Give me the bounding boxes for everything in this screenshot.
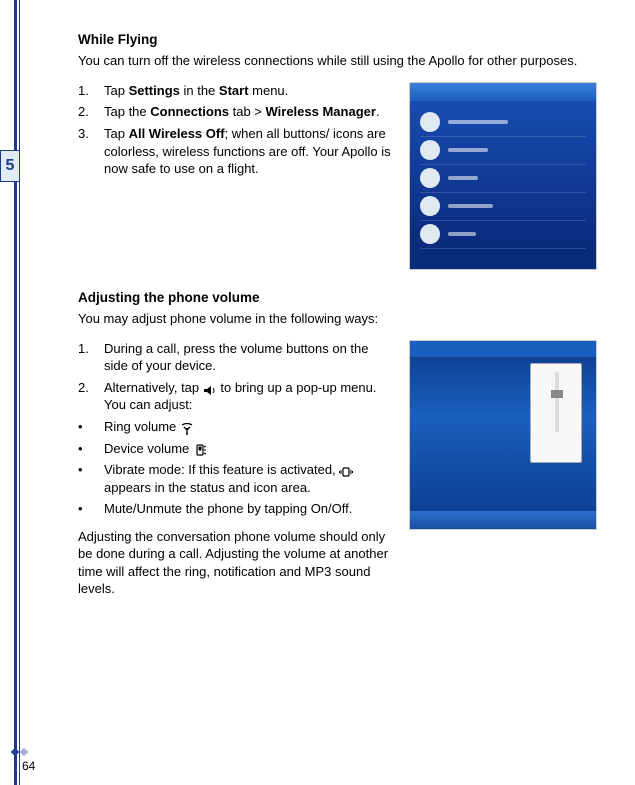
bullet-text: Vibrate mode: If this feature is activat…	[104, 461, 393, 496]
step-num: 2.	[78, 379, 104, 414]
page-ornament	[12, 749, 27, 755]
bullet-device-volume: • Device volume	[78, 440, 393, 458]
section1-text: 1. Tap Settings in the Start menu. 2. Ta…	[78, 82, 393, 270]
bullet-marker: •	[78, 461, 104, 496]
step-text: During a call, press the volume buttons …	[104, 340, 393, 375]
step-text: Tap Settings in the Start menu.	[104, 82, 393, 100]
wireless-manager-screenshot	[409, 82, 597, 270]
section1-steps: 1. Tap Settings in the Start menu. 2. Ta…	[78, 82, 393, 178]
bullet-text: Device volume	[104, 440, 393, 458]
vibrate-icon	[339, 465, 353, 477]
section2-intro: You may adjust phone volume in the follo…	[78, 311, 625, 328]
phone-icon	[193, 443, 207, 455]
step-2: 2. Alternatively, tap to bring up a pop-…	[78, 379, 393, 414]
section2-note: Adjusting the conversation phone volume …	[78, 528, 393, 598]
bullet-ring-volume: • Ring volume	[78, 418, 393, 436]
speaker-icon	[203, 383, 217, 394]
page-content: While Flying You can turn off the wirele…	[78, 0, 635, 598]
step-num: 3.	[78, 125, 104, 178]
step-2: 2. Tap the Connections tab > Wireless Ma…	[78, 103, 393, 121]
section2-body: 1. During a call, press the volume butto…	[78, 340, 625, 598]
section2-text: 1. During a call, press the volume butto…	[78, 340, 393, 598]
page-number: 64	[22, 759, 35, 773]
step-num: 1.	[78, 82, 104, 100]
bullet-vibrate: • Vibrate mode: If this feature is activ…	[78, 461, 393, 496]
section1-heading: While Flying	[78, 32, 625, 47]
step-num: 2.	[78, 103, 104, 121]
step-text: Alternatively, tap to bring up a pop-up …	[104, 379, 393, 414]
section1-body: 1. Tap Settings in the Start menu. 2. Ta…	[78, 82, 625, 270]
step-text: Tap All Wireless Off; when all buttons/ …	[104, 125, 393, 178]
section2-bullets: • Ring volume • Device volume • Vibrate …	[78, 418, 393, 518]
section2-steps: 1. During a call, press the volume butto…	[78, 340, 393, 414]
section1-image-col	[409, 82, 597, 270]
step-num: 1.	[78, 340, 104, 375]
antenna-icon	[180, 422, 194, 434]
vertical-rule-inner	[19, 0, 20, 785]
step-1: 1. Tap Settings in the Start menu.	[78, 82, 393, 100]
volume-popup-screenshot	[409, 340, 597, 530]
bullet-marker: •	[78, 440, 104, 458]
step-3: 3. Tap All Wireless Off; when all button…	[78, 125, 393, 178]
vertical-rule-outer	[14, 0, 17, 785]
section1-intro: You can turn off the wireless connection…	[78, 53, 625, 70]
bullet-text: Mute/Unmute the phone by tapping On/Off.	[104, 500, 393, 518]
step-text: Tap the Connections tab > Wireless Manag…	[104, 103, 393, 121]
section2-image-col	[409, 340, 597, 598]
bullet-text: Ring volume	[104, 418, 393, 436]
bullet-mute: • Mute/Unmute the phone by tapping On/Of…	[78, 500, 393, 518]
step-1: 1. During a call, press the volume butto…	[78, 340, 393, 375]
bullet-marker: •	[78, 418, 104, 436]
section2-heading: Adjusting the phone volume	[78, 290, 625, 305]
chapter-tab: 5	[0, 150, 20, 182]
bullet-marker: •	[78, 500, 104, 518]
